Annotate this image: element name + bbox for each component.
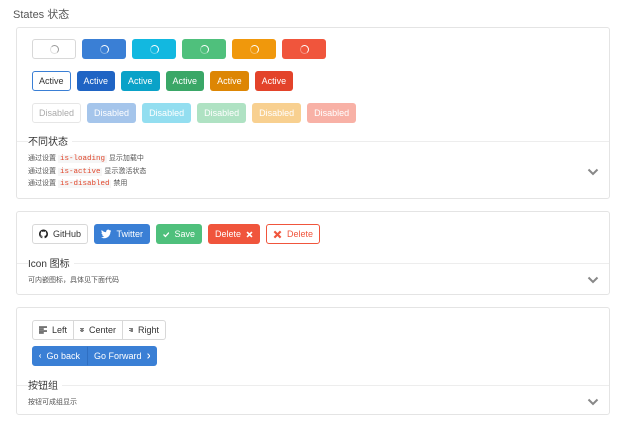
code-snippet: is-loading xyxy=(57,155,107,163)
disabled-button-primary[interactable]: Disabled xyxy=(87,103,137,123)
disabled-button-danger[interactable]: Disabled xyxy=(307,103,357,123)
active-buttons-row: Active Active Active Active Active Active xyxy=(32,71,294,91)
chevron-down-icon[interactable] xyxy=(587,275,599,285)
go-forward-button[interactable]: Go Forward xyxy=(87,346,157,366)
chevron-left-icon xyxy=(39,354,42,358)
align-center-icon xyxy=(80,328,84,332)
align-center-label: Center xyxy=(88,325,116,335)
chevron-down-icon[interactable] xyxy=(587,397,599,407)
align-right-label: Right xyxy=(137,325,159,335)
states-description: 通过设置 is-loading 显示加载中 通过设置 is-active 显示激活… xyxy=(28,153,146,191)
loading-spinner-icon xyxy=(99,44,109,54)
loading-buttons-row xyxy=(32,39,326,59)
groups-meta: 按钮组 按钮可成组显示 xyxy=(17,377,609,415)
states-meta-title: 不同状态 xyxy=(28,133,72,148)
close-icon xyxy=(246,230,253,238)
states-description-line: 通过设置 is-loading 显示加载中 xyxy=(28,155,144,163)
loading-spinner-icon xyxy=(199,44,209,54)
go-forward-label: Go Forward xyxy=(94,351,142,361)
loading-spinner-icon xyxy=(299,44,309,54)
go-back-label: Go back xyxy=(46,351,80,361)
delete-label: Delete xyxy=(215,229,242,239)
active-button-danger[interactable]: Active xyxy=(254,71,294,91)
loading-button-success[interactable] xyxy=(182,39,226,59)
align-left-label: Left xyxy=(51,325,67,335)
disabled-button-default[interactable]: Disabled xyxy=(32,103,82,123)
states-meta: 不同状态 通过设置 is-loading 显示加载中 通过设置 is-active… xyxy=(17,133,609,199)
icon-buttons-row: GitHub Twitter Save Delete Delete xyxy=(32,224,320,244)
save-button[interactable]: Save xyxy=(156,224,202,244)
twitter-label: Twitter xyxy=(116,229,143,239)
active-button-success[interactable]: Active xyxy=(165,71,205,91)
align-center-button[interactable]: Center xyxy=(73,320,123,340)
go-back-button[interactable]: Go back xyxy=(32,346,87,366)
save-label: Save xyxy=(174,229,195,239)
loading-button-info[interactable] xyxy=(132,39,176,59)
disabled-buttons-row: Disabled Disabled Disabled Disabled Disabled… xyxy=(32,103,357,123)
loading-spinner-icon xyxy=(49,44,59,54)
states-card: Active Active Active Active Active Active Dis… xyxy=(16,27,610,199)
align-right-icon xyxy=(129,328,133,332)
twitter-button[interactable]: Twitter xyxy=(94,224,150,244)
states-description-line: 通过设置 is-active 显示激活状态 xyxy=(28,167,147,176)
code-snippet: is-disabled xyxy=(57,180,112,188)
disabled-button-info[interactable]: Disabled xyxy=(142,103,192,123)
code-snippet: is-active xyxy=(57,167,103,176)
active-button-info[interactable]: Active xyxy=(121,71,160,91)
page-title: States 状态 xyxy=(13,9,70,21)
icons-meta: Icon 图标 可内嵌图标，具体见下面代码 xyxy=(17,255,609,295)
alignment-group-row: Left Center Right xyxy=(32,320,166,340)
close-icon xyxy=(273,230,282,238)
navigation-button-group: Go back Go Forward xyxy=(32,346,157,366)
delete-outline-label: Delete xyxy=(286,229,313,239)
chevron-right-icon xyxy=(146,353,150,359)
loading-button-warning[interactable] xyxy=(232,39,276,59)
align-left-icon xyxy=(39,326,47,334)
github-label: GitHub xyxy=(52,229,81,239)
github-button[interactable]: GitHub xyxy=(32,224,88,244)
github-icon xyxy=(39,229,48,239)
loading-button-default[interactable] xyxy=(32,39,76,59)
loading-button-danger[interactable] xyxy=(282,39,326,59)
icons-description: 可内嵌图标，具体见下面代码 xyxy=(28,277,119,284)
alignment-button-group: Left Center Right xyxy=(32,320,166,340)
chevron-down-icon[interactable] xyxy=(587,167,599,177)
button-groups-card: Left Center Right Go back Go Forward 按钮组… xyxy=(16,307,610,415)
states-description-line: 通过设置 is-disabled 禁用 xyxy=(28,180,128,188)
loading-button-primary[interactable] xyxy=(82,39,126,59)
active-button-default[interactable]: Active xyxy=(32,71,71,91)
twitter-icon xyxy=(101,229,112,239)
navigation-group-row: Go back Go Forward xyxy=(32,346,157,366)
groups-description: 按钮可成组显示 xyxy=(28,399,77,406)
icons-card: GitHub Twitter Save Delete Delete Icon 图… xyxy=(16,211,610,295)
active-button-primary[interactable]: Active xyxy=(76,71,116,91)
align-right-button[interactable]: Right xyxy=(122,320,166,340)
groups-meta-title: 按钮组 xyxy=(28,377,62,392)
loading-spinner-icon xyxy=(249,44,259,54)
check-icon xyxy=(163,231,170,237)
align-left-button[interactable]: Left xyxy=(32,320,74,340)
active-button-warning[interactable]: Active xyxy=(210,71,249,91)
loading-spinner-icon xyxy=(149,44,159,54)
delete-outline-button[interactable]: Delete xyxy=(266,224,320,244)
disabled-button-warning[interactable]: Disabled xyxy=(252,103,302,123)
delete-button[interactable]: Delete xyxy=(208,224,260,244)
disabled-button-success[interactable]: Disabled xyxy=(197,103,247,123)
icons-meta-title: Icon 图标 xyxy=(28,255,74,270)
